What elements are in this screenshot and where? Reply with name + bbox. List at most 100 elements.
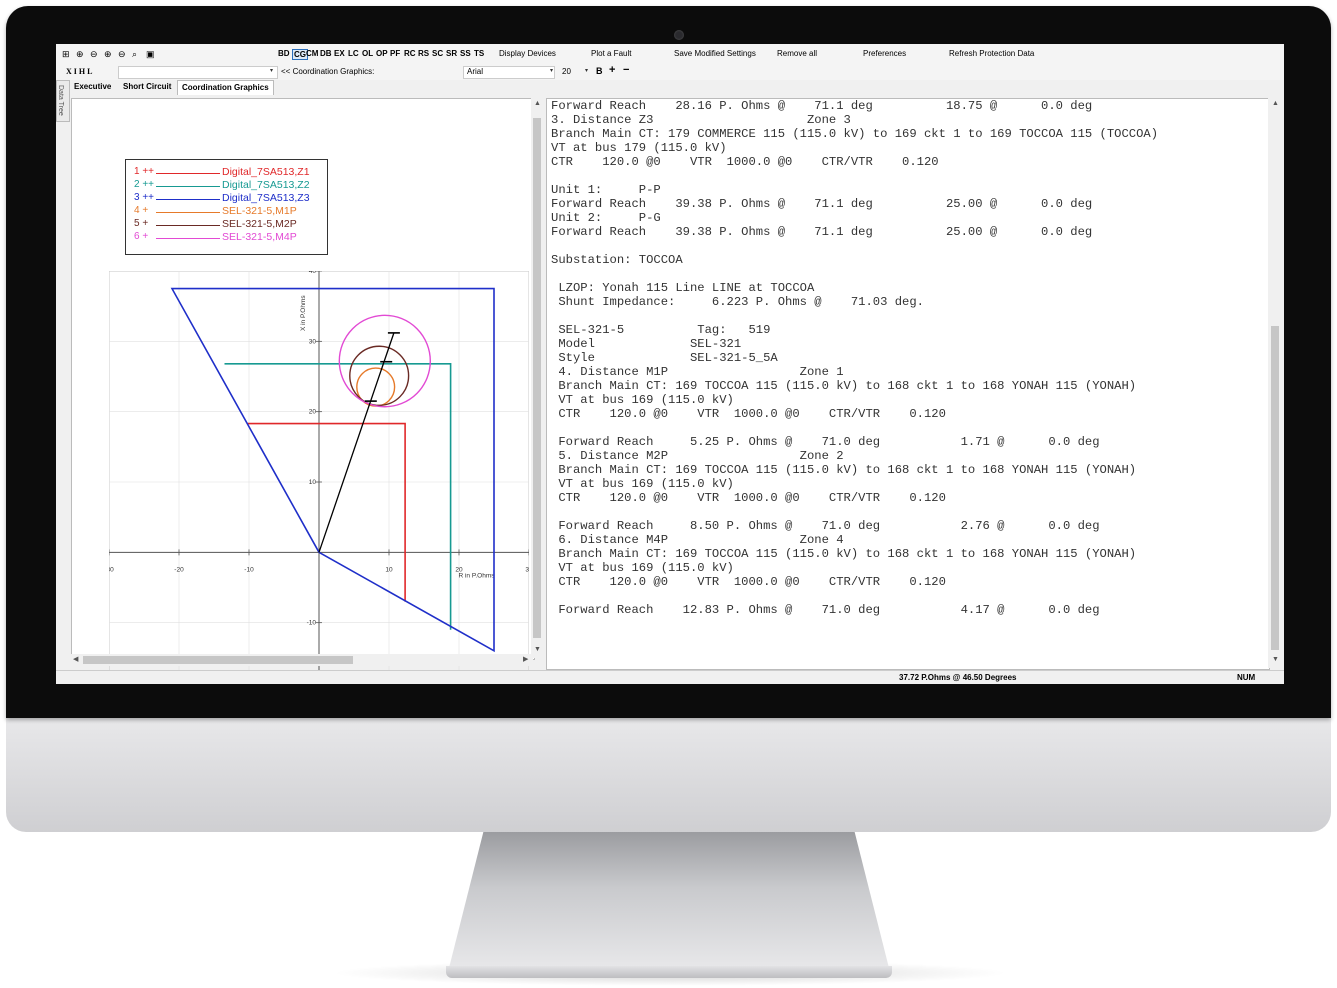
num-lock-indicator: NUM [1237,673,1256,682]
font-name: Arial [467,67,484,76]
settings-report[interactable]: Forward Reach 28.16 P. Ohms @ 71.1 deg 1… [546,98,1270,670]
main-toolbar: ⊞ ⊕ ⊖ ⊕ ⊖ ⌕ ▣ BD CG CM DB EX LC OL OP PF RC RS SC SR… [56,44,1284,64]
legend-label: Digital_7SA513,Z3 [222,192,310,204]
impedance-readout: 37.72 P.Ohms @ 46.50 Degrees [899,673,1017,682]
scroll-up-icon[interactable]: ▲ [534,100,541,107]
zoom-icon[interactable]: ⊞ [62,49,70,60]
report-text: Forward Reach 28.16 P. Ohms @ 71.1 deg 1… [551,99,1159,617]
monitor-chin [6,718,1331,832]
scroll-down-icon[interactable]: ▼ [534,646,541,653]
x-tick-label: 30 [525,566,529,573]
scrollbar-thumb[interactable] [83,656,353,664]
rx-diagram[interactable]: -30-20-1010203040302010-10-20R in P.Ohms… [109,271,529,684]
refresh-protection-data-button[interactable]: Refresh Protection Data [949,49,1034,58]
scroll-right-icon[interactable]: ▶ [523,655,528,663]
chevron-down-icon[interactable]: ▾ [270,67,273,74]
font-size[interactable]: 20 [562,67,571,76]
tool-op[interactable]: OP [376,49,388,58]
view-tabs: Executive Short Circuit Coordination Gra… [56,80,536,96]
y-tick-label: -10 [307,620,317,627]
scroll-up-icon[interactable]: ▲ [1272,100,1279,107]
nav-label[interactable]: << Coordination Graphics: [281,67,374,76]
plot-a-fault-button[interactable]: Plot a Fault [591,49,631,58]
tool-sr[interactable]: SR [446,49,457,58]
monitor-stand [448,832,890,972]
zoom-out-icon[interactable]: ⊖ [118,49,126,60]
chevron-down-icon[interactable]: ▾ [550,67,553,74]
tool-sc[interactable]: SC [432,49,443,58]
search-icon[interactable]: ⌕ [132,49,137,60]
x-tick-label: -10 [244,566,254,573]
scrollbar-thumb[interactable] [533,118,541,638]
camera-icon [674,30,684,40]
zone-characteristic [170,287,495,653]
legend-line [156,225,220,226]
scroll-down-icon[interactable]: ▼ [1272,656,1279,663]
remove-all-button[interactable]: Remove all [777,49,817,58]
display-devices-button[interactable]: Display Devices [499,49,556,58]
tab-short-circuit[interactable]: Short Circuit [123,82,171,94]
zoom-in-icon[interactable]: ⊕ [76,49,84,60]
legend-label: SEL-321-5,M2P [222,218,297,230]
chart-legend: 1 ++ Digital_7SA513,Z1 2 ++ Digital_7SA513,… [125,159,328,255]
fault-impedance-line [318,332,395,553]
tool-cm[interactable]: CM [306,49,318,58]
tool-ts[interactable]: TS [474,49,484,58]
legend-number: 3 ++ [134,192,155,203]
x-tick-label: -30 [109,566,114,573]
legend-number: 4 + [134,205,149,216]
tool-ex[interactable]: EX [334,49,345,58]
tab-executive[interactable]: Executive [74,82,111,94]
legend-number: 2 ++ [134,179,155,190]
tool-rc[interactable]: RC [404,49,416,58]
y-tick-label: 40 [309,271,317,275]
legend-line [156,212,220,213]
legend-label: SEL-321-5,M1P [222,205,297,217]
preferences-button[interactable]: Preferences [863,49,906,58]
legend-number: 5 + [134,218,149,229]
zoom-out-icon[interactable]: ⊖ [90,49,98,60]
format-toolbar: X I H L ▾ << Coordination Graphics: Aria… [56,64,1284,80]
increase-button[interactable]: + [609,64,615,76]
tool-db[interactable]: DB [320,49,332,58]
xihl-buttons[interactable]: X I H L [66,67,92,76]
report-vertical-scrollbar[interactable]: ▲ ▼ [1268,98,1282,668]
monitor-foot [446,966,892,978]
x-axis-label: R in P.Ohms [458,572,495,579]
legend-label: Digital_7SA513,Z2 [222,179,310,191]
bold-button[interactable]: B [596,66,603,76]
print-icon[interactable]: ▣ [146,49,155,60]
legend-line [156,186,220,187]
save-modified-settings-button[interactable]: Save Modified Settings [674,49,756,58]
tool-ss[interactable]: SS [460,49,471,58]
decrease-button[interactable]: − [623,64,629,76]
device-select[interactable] [118,66,278,79]
legend-label: Digital_7SA513,Z1 [222,166,310,178]
tab-coordination-graphics[interactable]: Coordination Graphics [177,80,274,95]
tool-lc[interactable]: LC [348,49,359,58]
graph-panel: 1 ++ Digital_7SA513,Z1 2 ++ Digital_7SA513,… [71,98,535,684]
chevron-down-icon[interactable]: ▾ [585,67,588,74]
status-bar: 37.72 P.Ohms @ 46.50 Degrees NUM [56,670,1284,684]
app-window: ⊞ ⊕ ⊖ ⊕ ⊖ ⌕ ▣ BD CG CM DB EX LC OL OP PF RC RS SC SR… [56,44,1284,684]
tool-ol[interactable]: OL [362,49,373,58]
zone-characteristic [247,422,406,602]
zoom-in-icon[interactable]: ⊕ [104,49,112,60]
legend-line [156,238,220,239]
graph-horizontal-scrollbar[interactable]: ◀ ▶ [71,654,533,666]
legend-number: 1 ++ [134,166,155,177]
tool-bd[interactable]: BD [278,49,290,58]
tool-rs[interactable]: RS [418,49,429,58]
scroll-left-icon[interactable]: ◀ [73,655,78,663]
legend-number: 6 + [134,231,149,242]
legend-line [156,173,220,174]
tool-pf[interactable]: PF [390,49,400,58]
x-tick-label: 10 [385,566,393,573]
y-tick-label: 10 [309,479,317,486]
graph-vertical-scrollbar[interactable]: ▲ ▼ [531,98,543,658]
y-axis-label: X in P.Ohms [300,295,307,331]
y-tick-label: 20 [309,409,317,416]
legend-line [156,199,220,200]
scrollbar-thumb[interactable] [1271,326,1279,650]
y-tick-label: 30 [309,338,317,345]
